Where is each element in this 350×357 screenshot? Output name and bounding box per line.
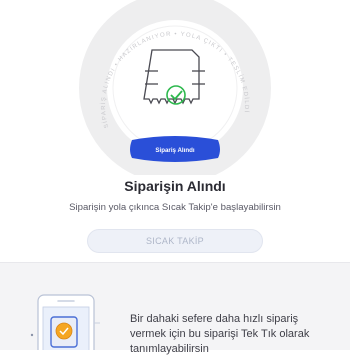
- svg-text:Sipariş Alındı: Sipariş Alındı: [155, 147, 195, 154]
- order-status-badge: Sipariş Alındı: [130, 136, 220, 162]
- order-progress-ring: SİPARİŞ ALINDI • HAZIRLANIYOR • YOLA ÇIK…: [79, 0, 271, 175]
- order-status-panel: SİPARİŞ ALINDI • HAZIRLANIYOR • YOLA ÇIK…: [0, 0, 350, 262]
- phone-illustration-icon: [30, 294, 100, 350]
- progress-ring-inner: [112, 25, 238, 151]
- promo-text: Bir dahaki sefere daha hızlı sipariş ver…: [130, 313, 310, 355]
- hot-track-button[interactable]: SICAK TAKİP: [87, 229, 263, 253]
- one-click-promo: Bir dahaki sefere daha hızlı sipariş ver…: [0, 263, 350, 355]
- status-subtitle: Siparişin yola çıkınca Sıcak Takip'e baş…: [69, 202, 281, 213]
- status-title: Siparişin Alındı: [124, 178, 226, 194]
